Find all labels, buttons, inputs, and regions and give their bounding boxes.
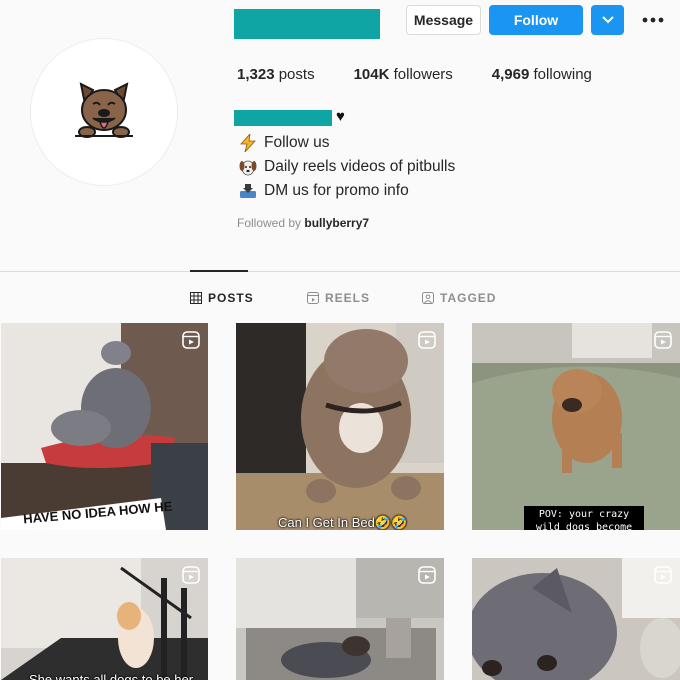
- more-options-button[interactable]: [638, 5, 668, 35]
- ellipsis-icon: [642, 17, 664, 23]
- post-caption-2: Can I Get In Bed🤣🤣: [278, 515, 408, 530]
- username-redacted: [234, 9, 380, 39]
- tab-reels[interactable]: REELS: [307, 291, 370, 305]
- reel-badge-icon: [182, 331, 200, 349]
- message-button[interactable]: Message: [406, 5, 481, 35]
- tab-posts[interactable]: POSTS: [190, 291, 254, 305]
- post-caption-3: POV: your crazy wild dogs become so: [524, 506, 644, 530]
- post-tile-2[interactable]: Can I Get In Bed🤣🤣: [236, 323, 444, 530]
- bio-line-1-text: Follow us: [264, 134, 330, 151]
- following-count-label: following: [533, 66, 592, 83]
- bio-line-3-text: DM us for promo info: [264, 182, 409, 199]
- post-tile-3[interactable]: POV: your crazy wild dogs become so: [472, 323, 680, 530]
- post-thumbnail-1: [1, 323, 208, 530]
- post-thumbnail-5: [236, 558, 444, 680]
- followers-count-label: followers: [393, 66, 453, 83]
- follow-button[interactable]: Follow: [489, 5, 583, 35]
- reels-icon: [307, 292, 319, 304]
- posts-count-label: posts: [278, 66, 315, 83]
- chevron-down-icon: [601, 16, 614, 24]
- bio-line-1: Follow us: [238, 133, 329, 153]
- posts-count: 1,323 posts: [237, 66, 315, 83]
- tabs-divider: [0, 271, 680, 272]
- post-thumbnail-2: [236, 323, 444, 530]
- active-tab-indicator: [190, 270, 248, 272]
- bio-line-2: Daily reels videos of pitbulls: [238, 157, 455, 177]
- reel-badge-icon: [182, 566, 200, 584]
- grid-icon: [190, 292, 202, 304]
- post-thumbnail-3: [472, 323, 680, 530]
- post-tile-6[interactable]: [472, 558, 680, 680]
- post-tile-5[interactable]: [236, 558, 444, 680]
- profile-stats: 1,323 posts 104K followers 4,969 followi…: [237, 66, 677, 83]
- black-heart-icon: ♥: [336, 108, 345, 125]
- tab-reels-label: REELS: [325, 291, 371, 305]
- posts-count-value: 1,323: [237, 66, 275, 83]
- followed-by-prefix: Followed by: [237, 216, 302, 230]
- bio-line-2-text: Daily reels videos of pitbulls: [264, 158, 456, 175]
- pitbull-logo-icon: [75, 82, 133, 138]
- lightning-icon: [238, 133, 258, 153]
- post-caption-4: She wants all dogs to be her: [29, 672, 194, 680]
- display-name-redacted: [234, 110, 332, 126]
- post-thumbnail-4: [1, 558, 208, 680]
- followed-by-user: bullyberry7: [304, 216, 370, 230]
- tab-posts-label: POSTS: [208, 291, 254, 305]
- followers-count-value: 104K: [353, 66, 390, 83]
- suggested-dropdown-button[interactable]: [591, 5, 624, 35]
- followed-by[interactable]: Followed by bullyberry7: [237, 216, 369, 230]
- tagged-icon: [422, 292, 434, 304]
- post-thumbnail-6: [472, 558, 680, 680]
- post-tile-1[interactable]: HAVE NO IDEA HOW HE: [1, 323, 208, 530]
- post-tile-4[interactable]: She wants all dogs to be her: [1, 558, 208, 680]
- tab-tagged-label: TAGGED: [440, 291, 497, 305]
- reel-badge-icon: [654, 566, 672, 584]
- profile-avatar[interactable]: [30, 38, 178, 186]
- following-count[interactable]: 4,969 following: [492, 66, 592, 83]
- tab-tagged[interactable]: TAGGED: [422, 291, 496, 305]
- following-count-value: 4,969: [491, 66, 530, 83]
- followers-count[interactable]: 104K followers: [354, 66, 453, 83]
- dog-face-icon: [238, 157, 258, 177]
- profile-page: Message Follow 1,323 posts 104K follower…: [0, 0, 680, 680]
- reel-badge-icon: [418, 331, 436, 349]
- reel-badge-icon: [654, 331, 672, 349]
- bio-line-3: DM us for promo info: [238, 181, 409, 201]
- reel-badge-icon: [418, 566, 436, 584]
- inbox-tray-icon: [238, 181, 258, 201]
